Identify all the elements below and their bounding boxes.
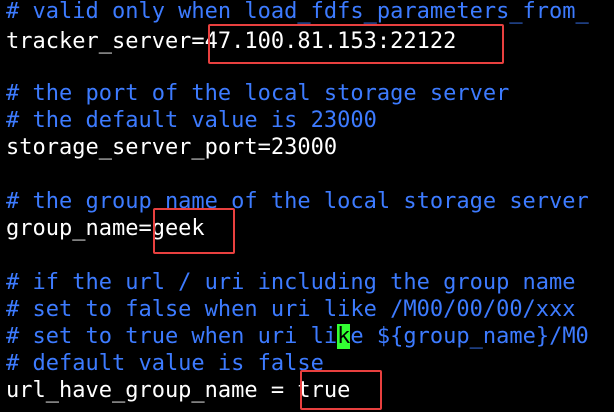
url-have-group-name-line: url_have_group_name = true	[6, 378, 351, 403]
highlight-box-group-name	[153, 208, 235, 254]
comment-group-name: # the group name of the local storage se…	[6, 189, 589, 214]
highlight-box-tracker-ip	[208, 24, 504, 64]
text-cursor[interactable]: k	[337, 324, 351, 349]
comment-default-port: # the default value is 23000	[6, 108, 377, 133]
comment-valid-only: # valid only when load_fdfs_parameters_f…	[6, 0, 589, 24]
comment-set-true: # set to true when uri like ${group_name…	[6, 323, 589, 350]
highlight-box-true-value	[300, 370, 382, 410]
comment-default-false: # default value is false	[6, 351, 324, 376]
comment-set-true-before: # set to true when uri li	[6, 324, 338, 349]
comment-set-false: # set to false when uri like /M00/00/00/…	[6, 297, 576, 322]
comment-if-url: # if the url / uri including the group n…	[6, 270, 576, 295]
comment-port: # the port of the local storage server	[6, 81, 510, 106]
storage-server-port-line: storage_server_port=23000	[6, 135, 338, 160]
comment-set-true-after: e ${group_name}/M0	[350, 324, 589, 349]
terminal-window[interactable]: # valid only when load_fdfs_parameters_f…	[0, 0, 614, 412]
